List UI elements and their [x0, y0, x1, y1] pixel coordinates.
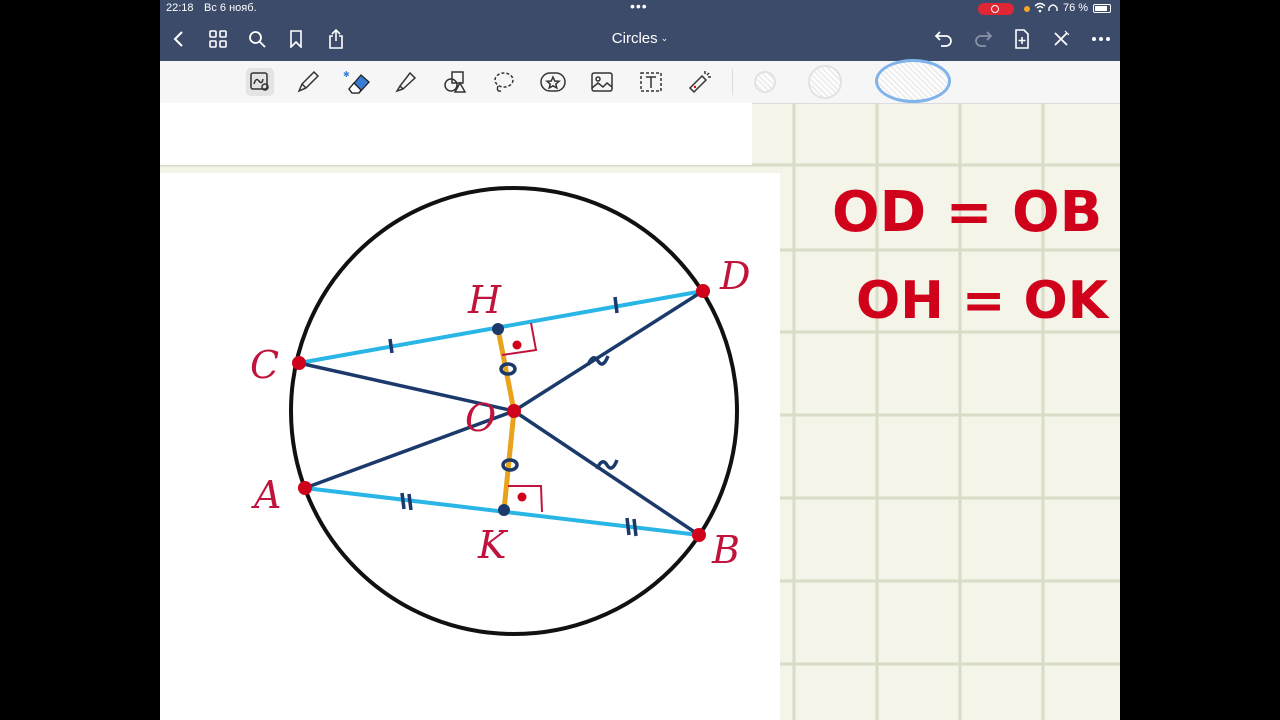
label-a: A	[251, 473, 281, 517]
pen-size-large[interactable]	[875, 59, 951, 103]
geometry-figure: H D C O A K B	[160, 173, 780, 720]
label-k: K	[477, 523, 509, 567]
close-pen-icon[interactable]	[1049, 27, 1073, 51]
status-date: Вс 6 нояб.	[204, 2, 257, 14]
image-icon[interactable]	[588, 68, 616, 96]
shapes-icon[interactable]	[441, 68, 469, 96]
note-page[interactable]: H D C O A K B OD = OB OH = OK	[160, 103, 1120, 720]
more-icon[interactable]	[1089, 27, 1113, 51]
point-o	[507, 404, 521, 418]
app-screen: 22:18 Вс 6 нояб. ••• 76 % Circles ⌄ ✱ H …	[160, 0, 1120, 720]
battery-icon	[1093, 4, 1111, 13]
share-icon[interactable]	[324, 27, 348, 51]
wifi-headphones-icon	[1034, 2, 1060, 17]
highlighter-icon[interactable]	[392, 68, 420, 96]
point-b	[692, 528, 706, 542]
toolbar-divider	[732, 69, 733, 95]
point-c	[292, 356, 306, 370]
add-page-icon[interactable]	[1010, 27, 1034, 51]
svg-text:✱: ✱	[343, 70, 350, 79]
grid-icon[interactable]	[206, 27, 230, 51]
label-o: O	[465, 396, 496, 440]
battery-percent: 76 %	[1063, 2, 1089, 14]
status-time: 22:18	[166, 2, 194, 14]
redo-icon[interactable]	[971, 27, 995, 51]
status-bar: 22:18 Вс 6 нояб. ••• 76 %	[160, 0, 1120, 18]
point-a	[298, 481, 312, 495]
pen-size-medium[interactable]	[808, 65, 842, 99]
drawing-toolbar: ✱	[160, 59, 1120, 104]
point-h	[492, 323, 504, 335]
white-region-top	[160, 103, 752, 165]
text-icon[interactable]	[637, 68, 665, 96]
bookmark-icon[interactable]	[284, 27, 308, 51]
ink-line-2: OH = OK	[856, 271, 1110, 331]
eraser-icon[interactable]: ✱	[343, 68, 371, 96]
pen-size-small[interactable]	[754, 71, 776, 93]
back-chevron-icon[interactable]	[167, 27, 191, 51]
handwritten-notes: OD = OB OH = OK	[832, 180, 1110, 331]
nav-bar: Circles ⌄	[160, 18, 1120, 61]
multitasking-dots-icon[interactable]: •••	[630, 0, 648, 14]
chevron-down-icon: ⌄	[660, 33, 669, 43]
pen-icon[interactable]	[294, 68, 322, 96]
undo-icon[interactable]	[932, 27, 956, 51]
point-d	[696, 284, 710, 298]
mic-indicator-icon	[1024, 6, 1030, 12]
label-b: B	[711, 528, 740, 572]
point-k	[498, 504, 510, 516]
screen-record-icon[interactable]	[978, 3, 1014, 15]
document-title[interactable]: Circles ⌄	[560, 30, 720, 47]
ink-line-1: OD = OB	[832, 180, 1102, 245]
laser-pointer-icon[interactable]	[686, 68, 714, 96]
lasso-icon[interactable]	[490, 68, 518, 96]
label-h: H	[467, 278, 502, 322]
lasso-select-icon[interactable]	[246, 68, 274, 96]
sticker-icon[interactable]	[539, 68, 567, 96]
label-c: C	[250, 343, 279, 387]
label-d: D	[719, 254, 750, 298]
search-icon[interactable]	[245, 27, 269, 51]
